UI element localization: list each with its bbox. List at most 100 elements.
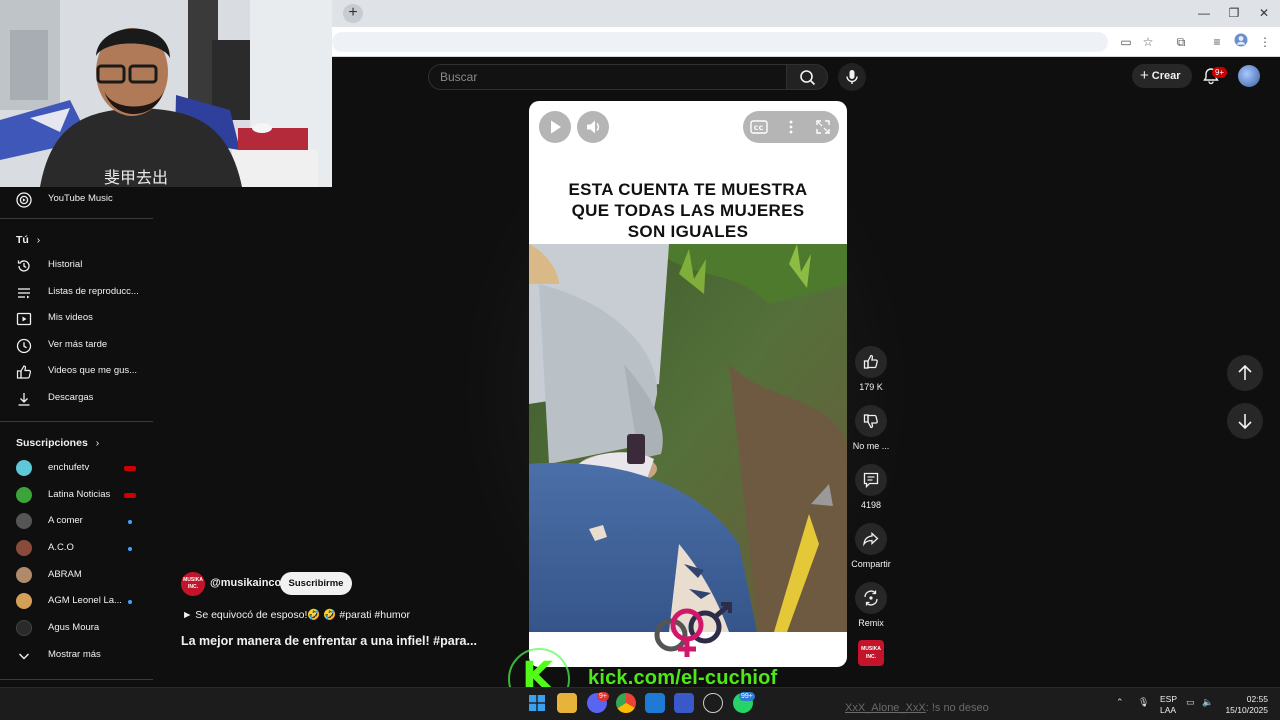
account-avatar[interactable] [1238, 65, 1260, 87]
thumbs-up-icon [863, 354, 878, 369]
comment-icon [863, 472, 879, 489]
channel-avatar [16, 460, 32, 476]
new-content-dot [128, 547, 132, 551]
video-description: ► Se equivocó de esposo!🤣 🤣 #parati #hum… [182, 609, 410, 621]
chat-user: XxX_Alone_XxX [845, 702, 926, 714]
chevron-right-icon: › [95, 437, 100, 449]
sidebar-item-label: Listas de reproducc... [48, 286, 139, 297]
share-button[interactable] [855, 523, 887, 555]
comment-count: 4198 [860, 500, 882, 510]
sidebar-item-playlists[interactable]: Listas de reproducc... [0, 280, 154, 306]
microphone-tray-icon[interactable]: 🎙 [1138, 697, 1149, 708]
windows-start-icon[interactable] [529, 695, 545, 711]
vscode-icon[interactable] [645, 693, 665, 713]
lang-line: LAA [1160, 705, 1177, 715]
subscriptions-heading[interactable]: Suscripciones › [16, 437, 99, 449]
stream-chat-line: XxX_Alone_XxX: !s no deseo [845, 702, 989, 714]
windows-taskbar [0, 687, 1280, 720]
sidebar-subscription-a-comer[interactable]: A comer [0, 509, 154, 535]
media-controls-icon[interactable]: ≡ [1208, 33, 1226, 51]
more-options-icon[interactable] [783, 119, 799, 135]
profile-icon[interactable] [1232, 33, 1250, 51]
shorts-player[interactable]: CC ESTA CUENTA TE MUESTRA QUE TODAS LAS … [529, 101, 847, 667]
create-button[interactable]: + Crear [1132, 64, 1192, 88]
arrow-down-icon [1238, 414, 1252, 430]
sidebar-subscription-aco[interactable]: A.C.O [0, 536, 154, 562]
channel-thumbnail[interactable]: MUSIKA INC. [858, 640, 884, 666]
dislike-label: No me ... [852, 441, 890, 451]
comments-button[interactable] [855, 464, 887, 496]
notifications-badge: 9+ [1212, 67, 1227, 78]
channel-handle[interactable]: @musikainco [210, 577, 281, 589]
bookmark-star-icon[interactable]: ☆ [1139, 33, 1157, 51]
search-button[interactable] [786, 64, 828, 90]
sidebar-divider [0, 679, 153, 680]
input-language[interactable]: ESP LAA [1160, 694, 1177, 716]
channel-avatar[interactable]: MUSIKA INC. [181, 572, 205, 596]
extensions-icon[interactable]: ⧉ [1172, 33, 1190, 51]
voice-search-button[interactable] [838, 63, 866, 91]
remix-icon [864, 590, 878, 606]
you-section-heading[interactable]: Tú › [16, 234, 40, 246]
sidebar-subscription-latina-noticias[interactable]: Latina Noticias [0, 483, 154, 509]
app-icon[interactable] [674, 693, 694, 713]
close-window-icon[interactable]: ✕ [1250, 4, 1278, 22]
clock-icon [16, 338, 32, 354]
sidebar-item-watch-later[interactable]: Ver más tarde [0, 333, 154, 359]
openai-icon[interactable] [703, 693, 723, 713]
volume-button[interactable] [577, 111, 609, 143]
webcam-overlay: 斐甲去出 [0, 0, 332, 187]
play-button[interactable] [539, 111, 571, 143]
sidebar-subscription-agm-leonel[interactable]: AGM Leonel La... [0, 589, 154, 615]
sidebar-item-downloads[interactable]: Descargas [0, 386, 154, 412]
subscription-label: AGM Leonel La... [48, 595, 122, 606]
system-clock[interactable]: 02:55 15/10/2025 [1220, 694, 1268, 716]
you-heading-label: Tú [16, 234, 29, 246]
speaker-icon[interactable]: 🔈 [1202, 697, 1213, 708]
sidebar-item-history[interactable]: Historial [0, 253, 154, 279]
new-content-dot [128, 520, 132, 524]
sidebar-item-liked-videos[interactable]: Videos que me gus... [0, 359, 154, 385]
channel-logo-text: MUSIKA INC. [861, 646, 881, 660]
dislike-button[interactable] [855, 405, 887, 437]
clock-date: 15/10/2025 [1225, 705, 1268, 715]
svg-text:斐甲去出: 斐甲去出 [104, 168, 168, 187]
chevron-right-icon: › [36, 234, 41, 246]
previous-short-button[interactable] [1227, 355, 1263, 391]
tray-chevron-up-icon[interactable]: ⌃ [1116, 697, 1124, 708]
video-title[interactable]: La mejor manera de enfrentar a una infie… [181, 634, 477, 648]
remix-button[interactable] [855, 582, 887, 614]
sidebar-subscription-abram[interactable]: ABRAM [0, 563, 154, 589]
browser-menu-icon[interactable]: ⋮ [1256, 33, 1274, 51]
channel-avatar [16, 513, 32, 529]
address-bar[interactable] [332, 32, 1108, 52]
whatsapp-badge: 99+ [739, 692, 755, 701]
new-tab-button[interactable]: + [343, 4, 363, 23]
cast-icon[interactable]: ▭ [1117, 33, 1135, 51]
subscribe-button[interactable]: Suscribirme [280, 572, 352, 595]
search-icon [800, 70, 816, 86]
next-short-button[interactable] [1227, 403, 1263, 439]
show-more-button[interactable]: Mostrar más [0, 643, 154, 669]
sidebar-item-my-videos[interactable]: Mis videos [0, 306, 154, 332]
chrome-icon[interactable] [616, 693, 636, 713]
search-input[interactable]: Buscar [428, 64, 786, 90]
sidebar-subscription-agus-moura[interactable]: Agus Moura [0, 616, 154, 642]
restore-icon[interactable]: ❐ [1220, 4, 1248, 22]
overlay-line: QUE TODAS LAS MUJERES [571, 201, 805, 220]
captions-icon[interactable]: CC [749, 119, 769, 135]
minimize-icon[interactable]: — [1190, 4, 1218, 22]
youtube-music-icon [16, 192, 32, 208]
like-button[interactable] [855, 346, 887, 378]
sidebar-item-label: Ver más tarde [48, 339, 108, 350]
sidebar-item-youtube-music[interactable]: YouTube Music [0, 187, 154, 213]
subscription-label: A.C.O [48, 542, 74, 553]
network-icon[interactable]: ▭ [1186, 697, 1195, 708]
fullscreen-icon[interactable] [815, 119, 831, 135]
sidebar-subscription-enchufetv[interactable]: enchufetv [0, 456, 154, 482]
microphone-icon [846, 70, 858, 84]
create-label: Crear [1151, 70, 1181, 82]
file-explorer-icon[interactable] [557, 693, 577, 713]
svg-text:CC: CC [754, 124, 764, 132]
playlist-icon [18, 288, 30, 299]
